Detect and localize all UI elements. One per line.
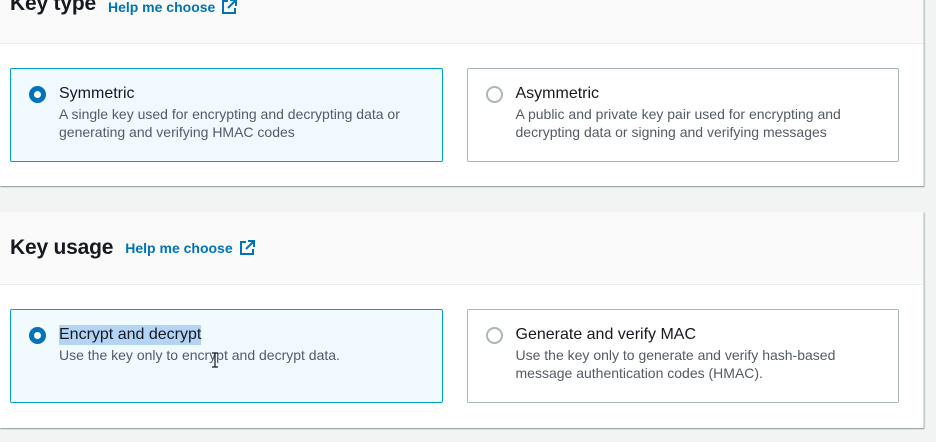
- key-type-header: Key type Help me choose: [0, 0, 923, 44]
- option-description: A public and private key pair used for e…: [515, 106, 841, 140]
- key-usage-title: Key usage: [10, 236, 114, 259]
- generate-verify-mac-option[interactable]: Generate and verify MAC Use the key only…: [466, 309, 899, 403]
- option-description: A single key used for encrypting and dec…: [59, 106, 400, 140]
- key-usage-help-link[interactable]: Help me choose: [125, 239, 255, 257]
- option-label: Generate and verify MAC: [515, 326, 697, 343]
- encrypt-decrypt-option[interactable]: Encrypt and decrypt Use the key only to …: [10, 309, 443, 403]
- option-label: Asymmetric: [515, 85, 600, 102]
- key-usage-options: Encrypt and decrypt Use the key only to …: [10, 309, 899, 403]
- radio-selected-icon[interactable]: [29, 86, 46, 103]
- option-label: Encrypt and decrypt: [59, 325, 202, 345]
- symmetric-option[interactable]: Symmetric A single key used for encrypti…: [10, 68, 443, 162]
- key-type-panel: Key type Help me choose Symmetric A sing…: [0, 0, 924, 186]
- option-label: Symmetric: [59, 85, 135, 102]
- help-link-label: Help me choose: [125, 240, 233, 256]
- key-type-help-link[interactable]: Help me choose: [108, 0, 238, 16]
- asymmetric-option[interactable]: Asymmetric A public and private key pair…: [466, 68, 899, 162]
- help-link-label: Help me choose: [107, 0, 216, 15]
- external-link-icon: [239, 240, 255, 255]
- radio-unselected-icon[interactable]: [485, 327, 503, 344]
- radio-unselected-icon[interactable]: [485, 86, 503, 103]
- key-usage-header: Key usage Help me choose: [0, 212, 923, 285]
- key-type-title: Key type: [10, 0, 96, 15]
- key-usage-panel: Key usage Help me choose Encrypt and dec…: [0, 212, 924, 428]
- radio-selected-icon[interactable]: [29, 327, 46, 344]
- text-cursor-icon: [212, 352, 218, 368]
- option-description: Use the key only to generate and verify …: [515, 347, 836, 381]
- option-description: Use the key only to encrypt and decrypt …: [59, 347, 340, 363]
- key-type-options: Symmetric A single key used for encrypti…: [10, 68, 899, 162]
- external-link-icon: [222, 0, 238, 14]
